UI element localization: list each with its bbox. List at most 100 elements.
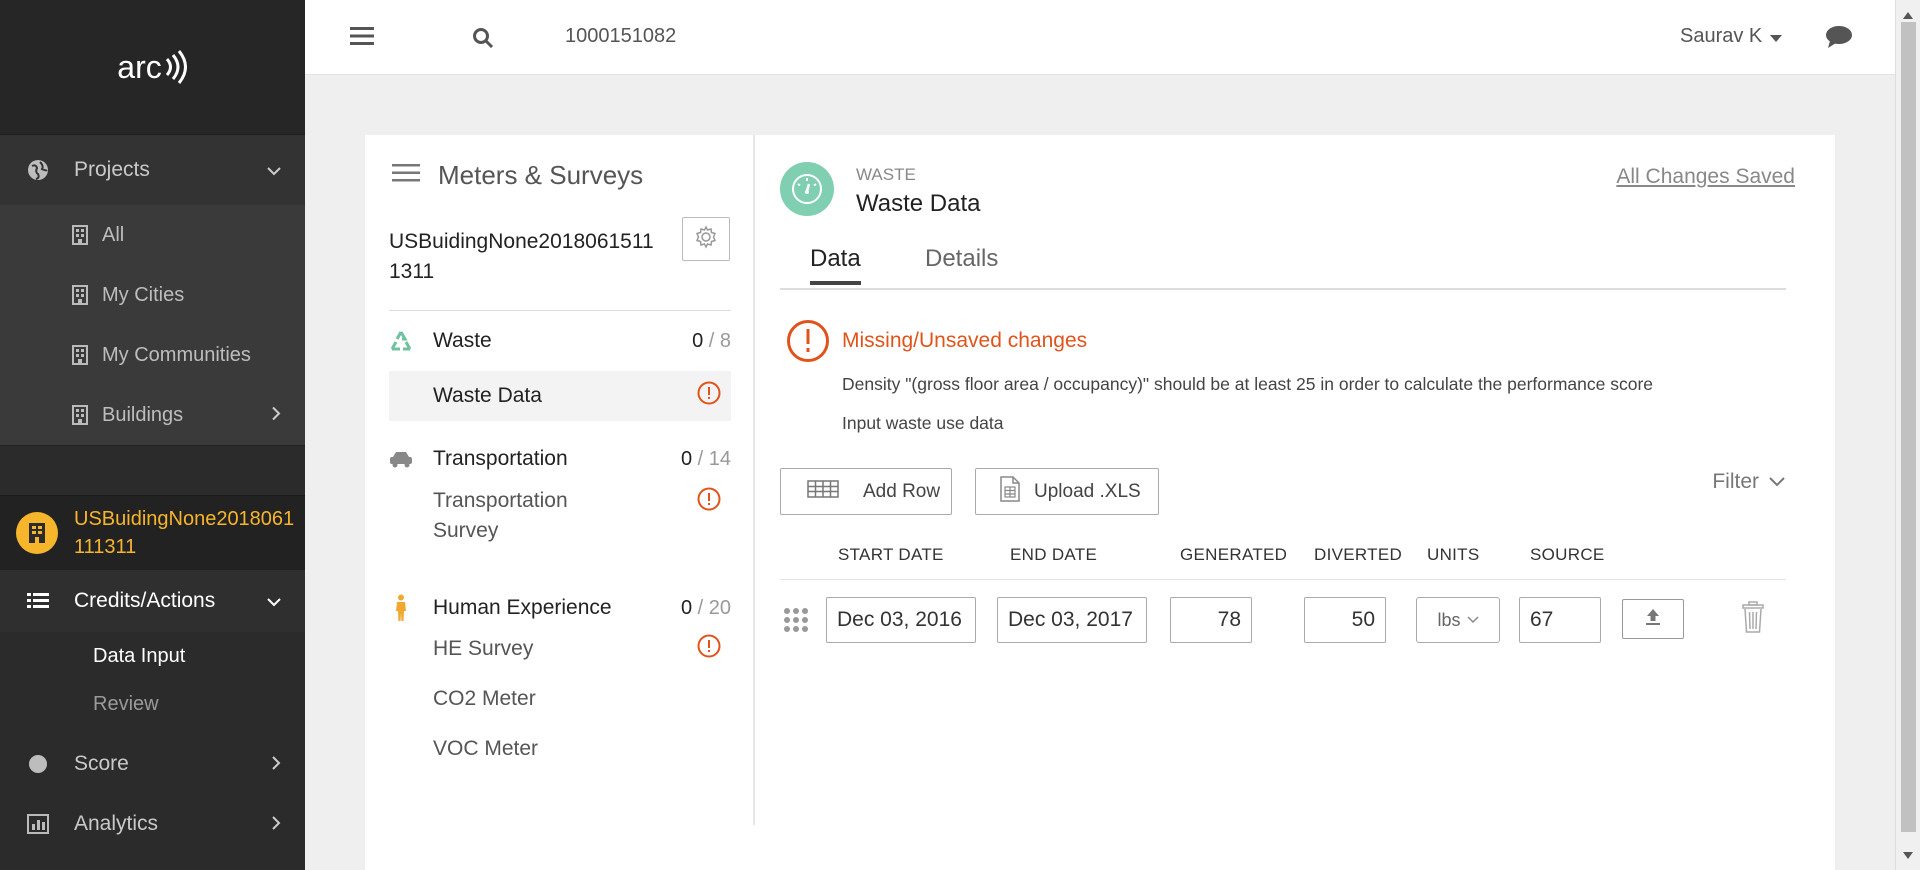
sidebar-item-label: Projects — [74, 158, 150, 181]
saved-status-link[interactable]: All Changes Saved — [1616, 165, 1795, 189]
chevron-down-icon — [267, 589, 281, 613]
column-header-units: UNITS — [1427, 545, 1480, 564]
filter-label: Filter — [1712, 470, 1759, 493]
column-header-end-date: END DATE — [1010, 545, 1098, 564]
meter-item-co2-meter[interactable]: CO2 Meter — [389, 674, 731, 724]
projects-submenu: All My Cities My Communities Buildings — [0, 205, 305, 445]
sidebar-item-all[interactable]: All — [0, 205, 305, 265]
column-header-generated: GENERATED — [1180, 545, 1288, 564]
sidebar-item-label: Score — [74, 752, 129, 775]
sidebar-item-score[interactable]: Score — [0, 734, 305, 794]
alert-icon — [787, 320, 829, 362]
active-project[interactable]: USBuidingNone2018061 111311 — [0, 495, 305, 570]
chevron-right-icon — [272, 752, 281, 776]
start-date-input[interactable] — [826, 597, 976, 643]
user-menu[interactable]: Saurav K — [1680, 25, 1783, 48]
category-header[interactable]: Transportation 0 / 14 — [389, 443, 731, 475]
sidebar-item-label: My Communities — [102, 343, 251, 366]
arc-logo[interactable]: arc — [117, 49, 187, 86]
scroll-thumb[interactable] — [1901, 22, 1916, 832]
sidebar-spacer — [0, 445, 305, 495]
meter-item-label: CO2 Meter — [433, 687, 536, 710]
source-input[interactable] — [1519, 597, 1601, 643]
active-project-name-line1: USBuidingNone2018061 — [74, 508, 295, 530]
end-date-input[interactable] — [997, 597, 1147, 643]
globe-icon — [26, 159, 50, 181]
page-scrollbar[interactable] — [1895, 0, 1920, 870]
upload-xls-button[interactable]: Upload .XLS — [975, 468, 1159, 515]
drag-handle-icon[interactable] — [783, 607, 809, 638]
alert-title: Missing/Unsaved changes — [842, 329, 1088, 352]
sidebar-item-projects[interactable]: Projects — [0, 135, 305, 205]
meter-item-he-survey[interactable]: HE Survey — [389, 624, 731, 674]
panel-title: Meters & Surveys — [438, 160, 644, 190]
meter-item-label: VOC Meter — [433, 737, 539, 760]
scroll-down-icon[interactable] — [1903, 846, 1913, 864]
meter-item-voc-meter[interactable]: VOC Meter — [389, 724, 731, 774]
warning-icon — [697, 487, 721, 520]
column-header-source: SOURCE — [1530, 545, 1605, 564]
sidebar-item-label: Credits/Actions — [74, 589, 216, 612]
sidebar-item-label: All — [102, 223, 125, 246]
topbar: 1000151082 Saurav K — [305, 0, 1895, 75]
gear-icon — [694, 224, 718, 254]
meter-item-waste-data[interactable]: Waste Data — [389, 371, 731, 421]
building-icon — [72, 345, 88, 365]
search-input[interactable]: 1000151082 — [565, 25, 676, 48]
chevron-down-icon — [1466, 616, 1479, 624]
chevron-right-icon — [272, 404, 281, 427]
diverted-input[interactable] — [1304, 597, 1386, 643]
generated-input[interactable] — [1170, 597, 1252, 643]
person-icon — [389, 594, 413, 622]
sidebar-item-credits-actions[interactable]: Credits/Actions — [0, 570, 305, 632]
filter-dropdown[interactable]: Filter — [1712, 470, 1785, 494]
meters-surveys-header: Meters & Surveys — [392, 160, 643, 191]
sidebar-item-my-communities[interactable]: My Communities — [0, 325, 305, 385]
count-total: / 20 — [692, 596, 731, 619]
count-total: / 14 — [692, 447, 731, 470]
tab-data[interactable]: Data — [810, 245, 861, 285]
grid-icon — [807, 479, 839, 504]
project-name: USBuidingNone20180615111311 — [389, 230, 654, 283]
circle-icon — [26, 754, 50, 774]
search-icon[interactable] — [472, 27, 494, 54]
units-value: lbs — [1437, 609, 1461, 630]
building-icon — [16, 512, 58, 554]
category-header[interactable]: Human Experience 0 / 20 — [389, 592, 731, 624]
sidebar-item-label: Analytics — [74, 812, 159, 835]
logo-waves-icon — [165, 50, 187, 84]
sidebar-item-my-cities[interactable]: My Cities — [0, 265, 305, 325]
tab-details[interactable]: Details — [925, 245, 998, 281]
delete-row-icon[interactable] — [1742, 601, 1764, 638]
sidebar-item-buildings[interactable]: Buildings — [0, 385, 305, 445]
sidebar-item-review[interactable]: Review — [0, 680, 305, 728]
car-icon — [389, 450, 413, 468]
row-upload-button[interactable] — [1622, 599, 1684, 639]
user-name: Saurav K — [1680, 25, 1763, 47]
active-project-name-line2: 111311 — [74, 536, 137, 558]
warning-icon — [697, 381, 721, 411]
add-row-button[interactable]: Add Row — [780, 468, 952, 515]
units-select[interactable]: lbs — [1416, 597, 1500, 643]
sidebar-item-analytics[interactable]: Analytics — [0, 794, 305, 854]
spreadsheet-file-icon — [1000, 475, 1020, 508]
menu-icon[interactable] — [392, 163, 420, 188]
meter-item-transportation-survey[interactable]: Transportation Survey — [389, 481, 731, 551]
chat-icon[interactable] — [1825, 25, 1853, 54]
category-waste: Waste 0 / 8 Waste Data — [389, 325, 731, 421]
category-header[interactable]: Waste 0 / 8 — [389, 325, 731, 357]
caret-down-icon — [1770, 25, 1783, 48]
meter-category-label: WASTE — [856, 165, 916, 184]
category-human-experience: Human Experience 0 / 20 HE Survey CO2 Me… — [389, 592, 731, 774]
meter-item-label: HE Survey — [433, 637, 534, 660]
logo-area: arc — [0, 0, 305, 135]
meter-item-label: Transportation Survey — [433, 489, 568, 542]
divider — [389, 310, 731, 311]
count-value: 0 — [692, 329, 704, 352]
category-name: Human Experience — [433, 596, 612, 619]
sidebar-item-data-input[interactable]: Data Input — [0, 632, 305, 680]
settings-button[interactable] — [682, 217, 730, 261]
bar-chart-icon — [26, 814, 50, 834]
count-value: 0 — [680, 447, 693, 470]
hamburger-menu-icon[interactable] — [350, 26, 374, 51]
